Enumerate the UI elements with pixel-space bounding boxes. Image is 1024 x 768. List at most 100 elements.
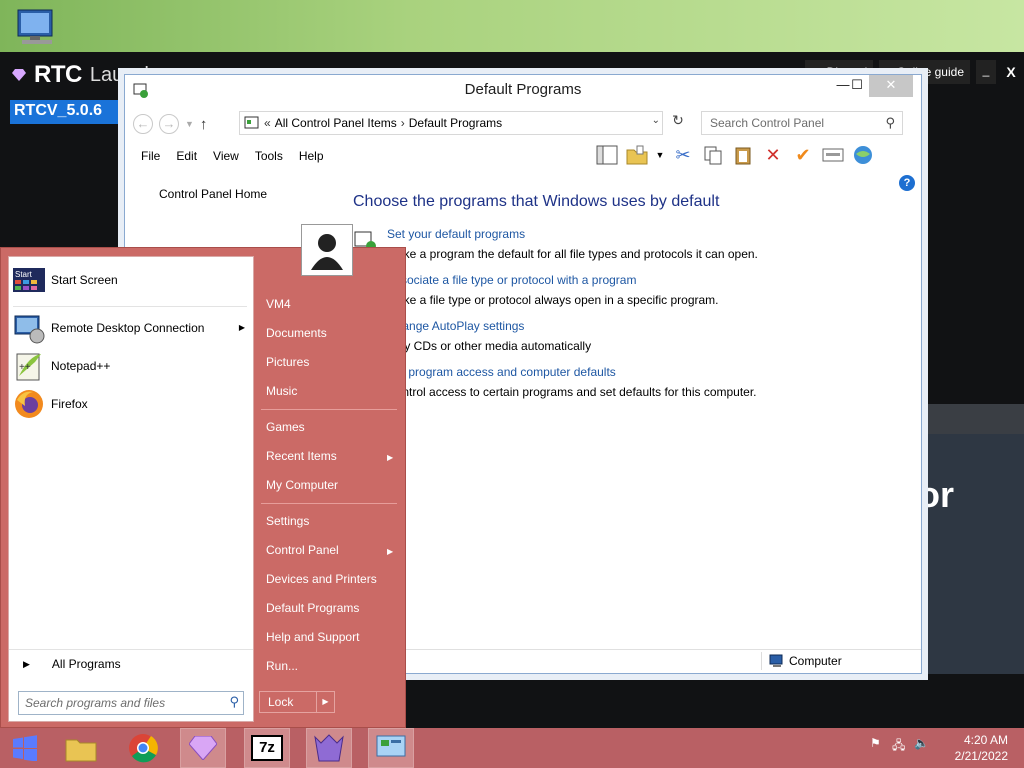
- action-center-flag-icon[interactable]: ⚑: [870, 736, 886, 752]
- network-icon[interactable]: 🖧: [892, 736, 908, 752]
- user-avatar[interactable]: [301, 224, 353, 276]
- address-dropdown-icon[interactable]: ⌄: [652, 115, 660, 126]
- breadcrumb-overflow[interactable]: «: [264, 116, 271, 130]
- status-computer: Computer: [769, 654, 842, 668]
- notepad-plus-icon: ++: [16, 353, 41, 381]
- menu-file[interactable]: File: [133, 147, 168, 169]
- folder-options-icon[interactable]: [625, 143, 649, 167]
- copy-icon[interactable]: [701, 143, 725, 167]
- start-link-help-support[interactable]: Help and Support: [266, 630, 359, 644]
- back-button[interactable]: ←: [133, 114, 153, 134]
- start-search-input[interactable]: Search programs and files ⚲: [18, 691, 244, 715]
- chrome-icon: [129, 734, 158, 763]
- address-bar[interactable]: « All Control Panel Items › Default Prog…: [239, 111, 663, 135]
- delete-icon[interactable]: ✕: [761, 143, 785, 167]
- menu-edit[interactable]: Edit: [168, 147, 205, 169]
- computer-icon: [769, 654, 783, 667]
- start-item-remote-desktop[interactable]: Remote Desktop Connection ▶: [13, 311, 249, 345]
- cut-icon[interactable]: ✂: [671, 143, 695, 167]
- separator: [261, 503, 397, 504]
- search-icon[interactable]: ⚲: [885, 115, 895, 131]
- start-button[interactable]: [2, 728, 48, 768]
- recent-locations-chevron-icon[interactable]: ▼: [185, 119, 194, 129]
- file-explorer-taskbar-button[interactable]: [58, 728, 104, 768]
- start-menu: Start Start Screen Remote Desktop Connec…: [0, 247, 406, 728]
- start-link-default-programs[interactable]: Default Programs: [266, 601, 359, 615]
- start-link-games[interactable]: Games: [266, 420, 305, 434]
- all-programs-button[interactable]: ▶ All Programs: [23, 657, 121, 671]
- menu-help[interactable]: Help: [291, 147, 332, 169]
- launcher-minimize-button[interactable]: _: [976, 60, 996, 84]
- submenu-arrow-icon: ▶: [238, 323, 245, 332]
- firefox-icon: [15, 390, 43, 418]
- separator: [261, 409, 397, 410]
- start-screen-badge: Start: [15, 270, 33, 279]
- start-link-settings[interactable]: Settings: [266, 514, 309, 528]
- rtc-launcher-taskbar-button[interactable]: [180, 728, 226, 768]
- start-link-my-computer[interactable]: My Computer: [266, 478, 338, 492]
- option-description: Control access to certain programs and s…: [387, 385, 757, 399]
- volume-muted-icon[interactable]: 🔈: [914, 736, 930, 752]
- help-icon[interactable]: ?: [899, 175, 915, 191]
- launcher-title-name: RTC: [34, 61, 82, 88]
- up-arrow-icon[interactable]: ↑: [200, 116, 208, 133]
- page-title: Choose the programs that Windows uses by…: [353, 193, 720, 210]
- option-link[interactable]: Set program access and computer defaults: [387, 365, 913, 379]
- breadcrumb-chevron-icon[interactable]: ›: [401, 116, 405, 130]
- forward-button[interactable]: →: [159, 114, 179, 134]
- search-icon[interactable]: ⚲: [229, 694, 239, 710]
- start-link-documents[interactable]: Documents: [266, 326, 327, 340]
- menu-tools[interactable]: Tools: [247, 147, 291, 169]
- game-taskbar-button[interactable]: [306, 728, 352, 768]
- option-link[interactable]: Set your default programs: [387, 227, 913, 241]
- clock-time: 4:20 AM: [963, 733, 1008, 747]
- start-item-notepad-plus[interactable]: ++ Notepad++: [13, 349, 249, 383]
- separator: [13, 306, 247, 307]
- 7zip-taskbar-button[interactable]: 7z: [244, 728, 290, 768]
- start-link-run[interactable]: Run...: [266, 659, 298, 673]
- close-button[interactable]: ✕: [869, 75, 913, 97]
- start-search-placeholder: Search programs and files: [25, 696, 166, 710]
- start-item-firefox[interactable]: Firefox: [13, 387, 249, 421]
- start-link-control-panel[interactable]: Control Panel: [266, 543, 339, 557]
- control-panel-icon: [244, 116, 259, 129]
- start-link-music[interactable]: Music: [266, 384, 297, 398]
- clock[interactable]: 4:20 AM 2/21/2022: [955, 732, 1008, 764]
- taskbar: 7z ⚑ 🖧 🔈 4:20 AM 2/21/2022: [0, 728, 1024, 768]
- computer-desktop-icon[interactable]: [14, 8, 60, 48]
- internet-icon[interactable]: [851, 143, 875, 167]
- layout-icon[interactable]: [595, 143, 619, 167]
- refresh-icon[interactable]: ↻: [667, 112, 689, 134]
- window-titlebar[interactable]: Default Programs — ☐ ✕: [125, 75, 921, 105]
- breadcrumb-item[interactable]: All Control Panel Items: [275, 116, 397, 130]
- start-link-recent-items[interactable]: Recent Items: [266, 449, 337, 463]
- start-link-pictures[interactable]: Pictures: [266, 355, 309, 369]
- desktop-background: [0, 0, 1024, 52]
- lock-button[interactable]: Lock ▶: [259, 691, 335, 713]
- search-input[interactable]: Search Control Panel: [701, 111, 903, 135]
- control-panel-home-link[interactable]: Control Panel Home: [159, 187, 267, 201]
- option-link[interactable]: Change AutoPlay settings: [387, 319, 913, 333]
- folder-options-chevron-icon[interactable]: ▼: [655, 143, 665, 167]
- rename-icon[interactable]: [821, 143, 845, 167]
- paste-icon[interactable]: [731, 143, 755, 167]
- properties-check-icon[interactable]: ✔: [791, 143, 815, 167]
- option-link[interactable]: Associate a file type or protocol with a…: [387, 273, 913, 287]
- menu-view[interactable]: View: [205, 147, 247, 169]
- control-panel-taskbar-button[interactable]: [368, 728, 414, 768]
- submenu-arrow-icon: ▶: [387, 453, 394, 462]
- version-badge[interactable]: RTCV_5.0.6: [10, 100, 122, 124]
- rtc-launcher-icon: [189, 736, 217, 760]
- maximize-button[interactable]: ☐: [843, 75, 871, 97]
- lock-options-arrow-icon[interactable]: ▶: [316, 692, 334, 712]
- start-item-start-screen[interactable]: Start Start Screen: [13, 263, 249, 297]
- chrome-taskbar-button[interactable]: [120, 728, 166, 768]
- separator: [9, 649, 253, 650]
- start-menu-places-pane: VM4 Documents Pictures Music Games Recen…: [259, 248, 405, 727]
- launcher-panel-text: or: [918, 474, 954, 515]
- breadcrumb-item[interactable]: Default Programs: [409, 116, 502, 130]
- clock-date: 2/21/2022: [954, 749, 1008, 763]
- launcher-close-button[interactable]: X: [1002, 64, 1020, 80]
- start-link-vm4[interactable]: VM4: [266, 297, 291, 311]
- start-link-devices-printers[interactable]: Devices and Printers: [266, 572, 377, 586]
